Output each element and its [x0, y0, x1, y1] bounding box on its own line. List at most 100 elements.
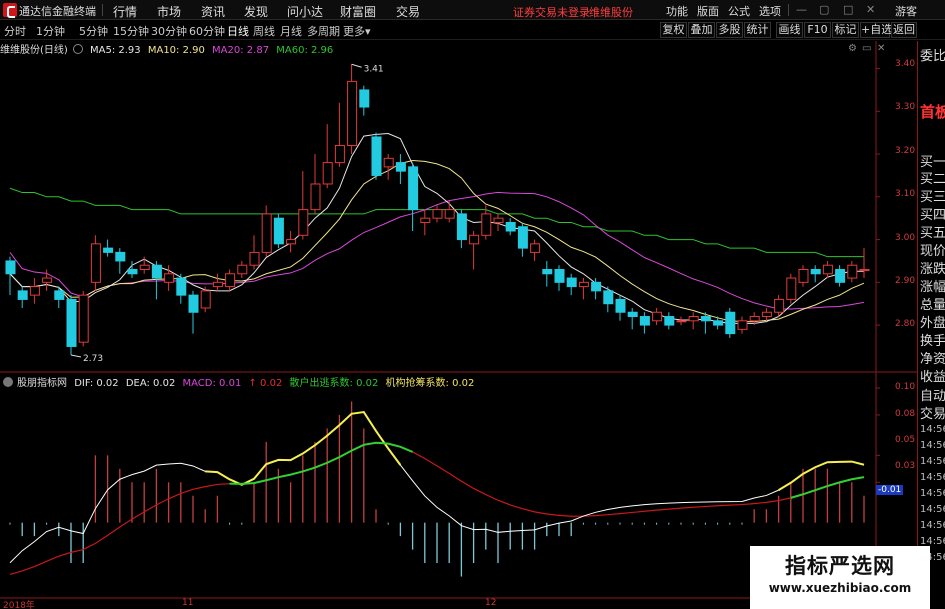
period-tab[interactable]: 30分钟 — [151, 23, 187, 39]
ma10-line — [9, 159, 865, 323]
candle-body — [151, 264, 162, 279]
close-icon[interactable]: ✕ — [866, 3, 875, 16]
retail-escape-value: 散户出逃系数: 0.02 — [289, 378, 379, 389]
stock-title: 维维股份(日线) — [0, 45, 68, 56]
add-watchlist-button[interactable]: +自选 — [860, 22, 892, 38]
adjust-button[interactable]: 复权 — [660, 22, 687, 38]
tick-time: 14:56 — [920, 488, 945, 499]
menu-wealth[interactable]: 财富圈 — [340, 3, 376, 20]
menu-quote[interactable]: 行情 — [113, 3, 137, 20]
quote-row-label: 买五 — [920, 226, 945, 241]
candle-body — [774, 298, 785, 313]
date-label: 2018年 — [3, 601, 35, 609]
candle-body — [408, 166, 419, 211]
indicator-info-bar: 股朋指标网 DIF: 0.02 DEA: 0.02 MACD: 0.01 ↑ 0… — [0, 374, 875, 390]
candle-body — [810, 268, 821, 275]
menu-trade[interactable]: 交易 — [396, 3, 420, 20]
login-status[interactable]: 证券交易未登录 — [513, 4, 590, 20]
candle-body — [835, 268, 846, 283]
candle-body — [29, 286, 40, 296]
menu-function[interactable]: 功能 — [666, 3, 688, 19]
menu-discover[interactable]: 发现 — [244, 3, 268, 20]
auto-label[interactable]: 自动 — [920, 385, 945, 404]
candle-body — [371, 136, 382, 176]
candle-body — [432, 209, 443, 219]
candle-body — [652, 311, 663, 322]
period-tab-active[interactable]: 日线 — [227, 23, 249, 39]
period-tab[interactable]: 月线 — [280, 23, 302, 39]
window-max-icon[interactable]: ▭ — [862, 43, 871, 54]
multi-stock-button[interactable]: 多股 — [716, 22, 743, 38]
candle-body — [505, 221, 516, 232]
draw-line-button[interactable]: 画线 — [776, 22, 803, 38]
institution-grab-value: 机构抢筹系数: 0.02 — [385, 378, 475, 389]
menu-divider — [788, 4, 789, 16]
menu-formula[interactable]: 公式 — [728, 3, 750, 19]
period-tab[interactable]: 60分钟 — [189, 23, 225, 39]
quote-side-panel[interactable]: 委比 首板 买一 买二 买三 买四 买五 现价 涨跌 涨幅 总量 外盘 换手 净… — [917, 41, 945, 609]
watermark-logo: 指标严选网 www.xuezhibiao.com — [750, 546, 930, 609]
tick-time: 14:56 — [920, 520, 945, 531]
candle-body — [127, 268, 138, 275]
indicator-toggle-icon[interactable] — [72, 44, 83, 54]
price-tick: 2.80 — [895, 319, 916, 329]
watermark-url: www.xuezhibiao.com — [768, 581, 912, 595]
restore-icon[interactable]: ▢ — [819, 3, 829, 16]
tick-time: 14:56 — [920, 504, 945, 515]
menu-market[interactable]: 市场 — [157, 3, 181, 20]
period-tab[interactable]: 周线 — [253, 23, 275, 39]
overlay-button[interactable]: 叠加 — [688, 22, 715, 38]
candle-body — [786, 277, 797, 300]
menu-options[interactable]: 选项 — [759, 3, 781, 19]
candle-body — [139, 264, 150, 270]
candle-body — [212, 281, 223, 288]
candle-body — [17, 290, 28, 300]
menu-ask[interactable]: 问小达 — [287, 3, 323, 20]
low-marker — [70, 354, 82, 358]
macd-tick: 0.10 — [895, 382, 916, 392]
indicator-dot-icon — [3, 377, 13, 387]
candle-body — [103, 247, 114, 253]
menu-layout[interactable]: 版面 — [697, 3, 719, 19]
candle-body — [444, 209, 455, 219]
settings-icon[interactable]: ⚙ — [848, 43, 857, 54]
candle-body — [798, 268, 809, 283]
first-board-title: 首板 — [920, 103, 945, 121]
quote-row-label: 买三 — [920, 190, 945, 205]
price-tick: 3.10 — [895, 189, 916, 199]
price-tick: 3.40 — [895, 59, 916, 69]
quote-row-label: 买四 — [920, 208, 945, 223]
candle-body — [115, 251, 126, 262]
candle-body — [615, 298, 626, 313]
statistics-button[interactable]: 统计 — [744, 22, 771, 38]
ma5-value: MA5: 2.93 — [90, 45, 141, 56]
menu-bar: 通达信金融终端 行情 市场 资讯 发现 问小达 财富圈 交易 证券交易未登录 维… — [0, 0, 945, 20]
candle-body — [737, 320, 748, 330]
menu-divider — [102, 4, 103, 16]
period-tab[interactable]: 15分钟 — [113, 23, 149, 39]
candle-body — [700, 316, 711, 322]
high-price-label: 3.41 — [364, 64, 384, 74]
minimize-icon[interactable]: — — [796, 3, 807, 16]
menu-news[interactable]: 资讯 — [201, 3, 225, 20]
period-tab[interactable]: 分时 — [4, 23, 26, 39]
period-more[interactable]: 更多▾ — [343, 23, 371, 39]
candle-body — [395, 162, 406, 172]
mark-button[interactable]: 标记 — [832, 22, 859, 38]
panel-close-icon[interactable]: ✕ — [877, 43, 885, 54]
price-tick: 3.00 — [895, 233, 916, 243]
period-tab[interactable]: 多周期 — [307, 23, 340, 39]
date-label: 12 — [485, 598, 497, 608]
period-more-label: 更多 — [343, 25, 365, 38]
trade-label[interactable]: 交易 — [920, 403, 945, 422]
f10-button[interactable]: F10 — [804, 22, 831, 38]
back-button[interactable]: 返回 — [891, 22, 917, 38]
candle-body — [481, 213, 492, 236]
stock-chart[interactable]: 3.41 2.73 — [0, 0, 917, 609]
candle-body — [359, 89, 370, 108]
guest-label[interactable]: 游客 — [895, 3, 917, 19]
period-tab[interactable]: 1分钟 — [36, 23, 65, 39]
candle-body — [639, 316, 650, 326]
maximize-icon[interactable]: □ — [843, 3, 853, 16]
period-tab[interactable]: 5分钟 — [79, 23, 108, 39]
